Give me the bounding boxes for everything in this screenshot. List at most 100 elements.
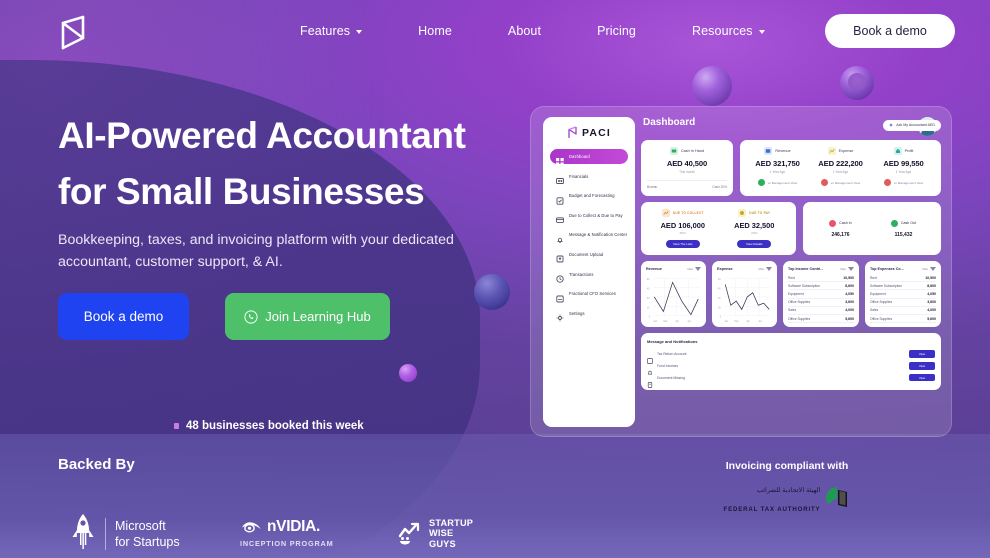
sidebar-item-budget-label: Budget and Forecasting	[569, 193, 615, 199]
sidebar-item-dashboard-label: Dashboard	[569, 154, 590, 159]
federal-tax-authority-logo: الهيئة الاتحادية للضرائب FEDERAL TAX AUT…	[672, 479, 902, 517]
table-card-top-expenses: Top Expenses Co... Max Rent 10,500 Softw…	[865, 261, 941, 327]
nav-item-resources[interactable]: Resources	[692, 18, 765, 44]
due-pay-tag: DUE TO PAY	[749, 211, 771, 215]
svg-text:0: 0	[720, 315, 722, 319]
swg-line2: WISE	[429, 528, 454, 539]
due-card-group: DUE TO COLLECT AED 106,000 50% View The …	[641, 202, 796, 255]
svg-text:60: 60	[718, 277, 721, 281]
cash-in-hand-value: AED 40,500	[666, 159, 708, 168]
cash-in-hand-label: Cash In Hand	[680, 149, 705, 153]
cash-in-label: Cash In	[839, 221, 852, 225]
chart-revenue-period[interactable]: Max	[687, 266, 701, 271]
join-learning-hub-button[interactable]: Join Learning Hub	[225, 293, 390, 340]
nav-item-home[interactable]: Home	[418, 18, 452, 44]
svg-text:Jan: Jan	[724, 319, 728, 323]
nav-item-resources-label: Resources	[691, 24, 753, 38]
paci-logo: PACI	[550, 126, 628, 139]
notification-view-button[interactable]: View	[909, 350, 935, 358]
ask-accountant-button[interactable]: Ask My Accountant AED	[883, 119, 941, 131]
notification-view-button[interactable]: View	[909, 362, 935, 370]
sidebar-item-messages[interactable]: Message & Notification Center	[550, 227, 628, 243]
fta-emblem-icon	[824, 485, 850, 511]
svg-text:Mar: Mar	[734, 319, 738, 323]
card-revenue: Revenue AED 321,750 1 Year Ago vs Manage…	[746, 147, 809, 189]
svg-text:45: 45	[718, 286, 721, 290]
table-card-top-income: Top Income Contri... Max Rent 10,500 Sof…	[783, 261, 859, 327]
cash-in-hand-sub: This month	[679, 170, 695, 174]
top-expenses-period[interactable]: Max	[922, 266, 936, 271]
sparkle-icon	[889, 123, 894, 127]
sidebar-item-transactions[interactable]: Transactions	[550, 267, 628, 283]
table-row: Equipment 4,050	[788, 290, 854, 299]
sidebar-item-cfo[interactable]: Fractional CFO Services	[550, 286, 628, 303]
sidebar-item-settings-label: Settings	[569, 310, 585, 316]
profit-sub: 1 Year Ago	[895, 170, 912, 174]
compliance-block: Invoicing compliant with الهيئة الاتحادي…	[672, 460, 902, 517]
expense-label: Expense	[838, 149, 854, 153]
nvidia-wordmark: nVIDIA.	[267, 518, 321, 535]
fta-english-name: FEDERAL TAX AUTHORITY	[723, 505, 821, 513]
sidebar-item-cfo-label: Fractional CFO Services	[569, 291, 616, 297]
sidebar-item-financials[interactable]: Financials	[550, 169, 628, 185]
due-pay-sub: 20%	[751, 231, 758, 235]
microsoft-line1: Microsoft	[115, 519, 166, 533]
nav-item-about[interactable]: About	[508, 18, 541, 44]
fta-arabic-name: الهيئة الاتحادية للضرائب	[756, 487, 821, 494]
hero-section: AI-Powered Accountant for Small Business…	[0, 62, 520, 558]
swg-line3: GUYS	[429, 538, 456, 549]
swg-wordmark: STARTUP WISE GUYS	[429, 518, 473, 549]
svg-text:Jan: Jan	[653, 319, 657, 323]
nav-item-features[interactable]: Features	[300, 18, 363, 44]
logo-nvidia-inception: nVIDIA. INCEPTION PROGRAM	[240, 518, 333, 548]
list-item: Document Missing View	[647, 372, 935, 388]
table-row: Office Supplies 3,600	[870, 299, 936, 307]
sidebar-item-documents-label: Document Upload	[569, 251, 604, 257]
chart-expense-period[interactable]: Max	[758, 266, 772, 271]
bell-icon	[647, 363, 653, 375]
decorative-sphere-1	[692, 66, 732, 106]
cash-in-value: 246,176	[831, 231, 850, 238]
sidebar-item-transactions-label: Transactions	[569, 271, 594, 277]
chart-card-expense: Expense Max 60 45 30 15 0 Jan Mar Apr Ju…	[712, 261, 777, 327]
sidebar-item-settings[interactable]: Settings	[550, 306, 628, 322]
due-pay-button[interactable]: View Details	[737, 240, 772, 248]
hero-book-demo-button[interactable]: Book a demo	[58, 293, 189, 340]
cash-in-icon	[829, 219, 837, 227]
notification-view-button[interactable]: View	[909, 373, 935, 382]
sidebar-item-budget[interactable]: Budget and Forecasting	[550, 188, 628, 205]
navbar-book-demo-button[interactable]: Book a demo	[825, 14, 955, 48]
sidebar-item-financials-label: Financials	[569, 173, 589, 179]
list-item: Tax Return Account View	[647, 348, 935, 364]
logo-microsoft-for-startups: Microsoft for Startups	[70, 512, 180, 556]
table-row: Equipment 4,050	[870, 290, 936, 299]
paci-wordmark: PACI	[581, 126, 612, 139]
hero-title-line1: AI-Powered Accountant	[58, 115, 466, 156]
top-income-period[interactable]: Max	[840, 266, 854, 271]
backer-logo-row: Microsoft for Startups nVIDIA. INCEPTION…	[58, 510, 498, 558]
status-badge	[883, 179, 891, 186]
brand-logo-icon[interactable]	[56, 14, 90, 50]
swg-line1: STARTUP	[429, 518, 474, 528]
table-row: Sales 4,000	[788, 307, 854, 315]
file-icon	[647, 375, 653, 388]
svg-text:Apr: Apr	[746, 319, 750, 323]
chevron-down-icon	[848, 267, 854, 271]
chevron-down-icon	[930, 267, 936, 271]
sidebar-item-documents[interactable]: Document Upload	[550, 247, 628, 263]
backed-by-heading: Backed By	[58, 456, 135, 473]
due-collect-button[interactable]: View The Lists	[665, 240, 700, 248]
revenue-sub: 1 Year Ago	[769, 170, 786, 174]
clock-icon	[556, 270, 564, 283]
briefcase-icon	[556, 290, 564, 303]
sidebar-item-due[interactable]: Due to Collect & Due to Pay	[550, 208, 628, 224]
chart-card-revenue: Revenue Max 60 45 30 15 0 Jan Mar Apr Ju…	[641, 261, 706, 327]
bell-icon	[556, 231, 564, 243]
chevron-down-icon	[758, 29, 765, 34]
sidebar-item-dashboard[interactable]: Dashboard	[550, 149, 628, 166]
hero-title-line2: for Small Businesses	[58, 171, 425, 213]
microsoft-line2: for Startups	[115, 535, 180, 549]
nav-item-pricing[interactable]: Pricing	[597, 18, 636, 44]
chevron-down-icon	[695, 267, 701, 271]
dashboard-header: Dashboard Ask My Accountant AED	[641, 117, 941, 133]
